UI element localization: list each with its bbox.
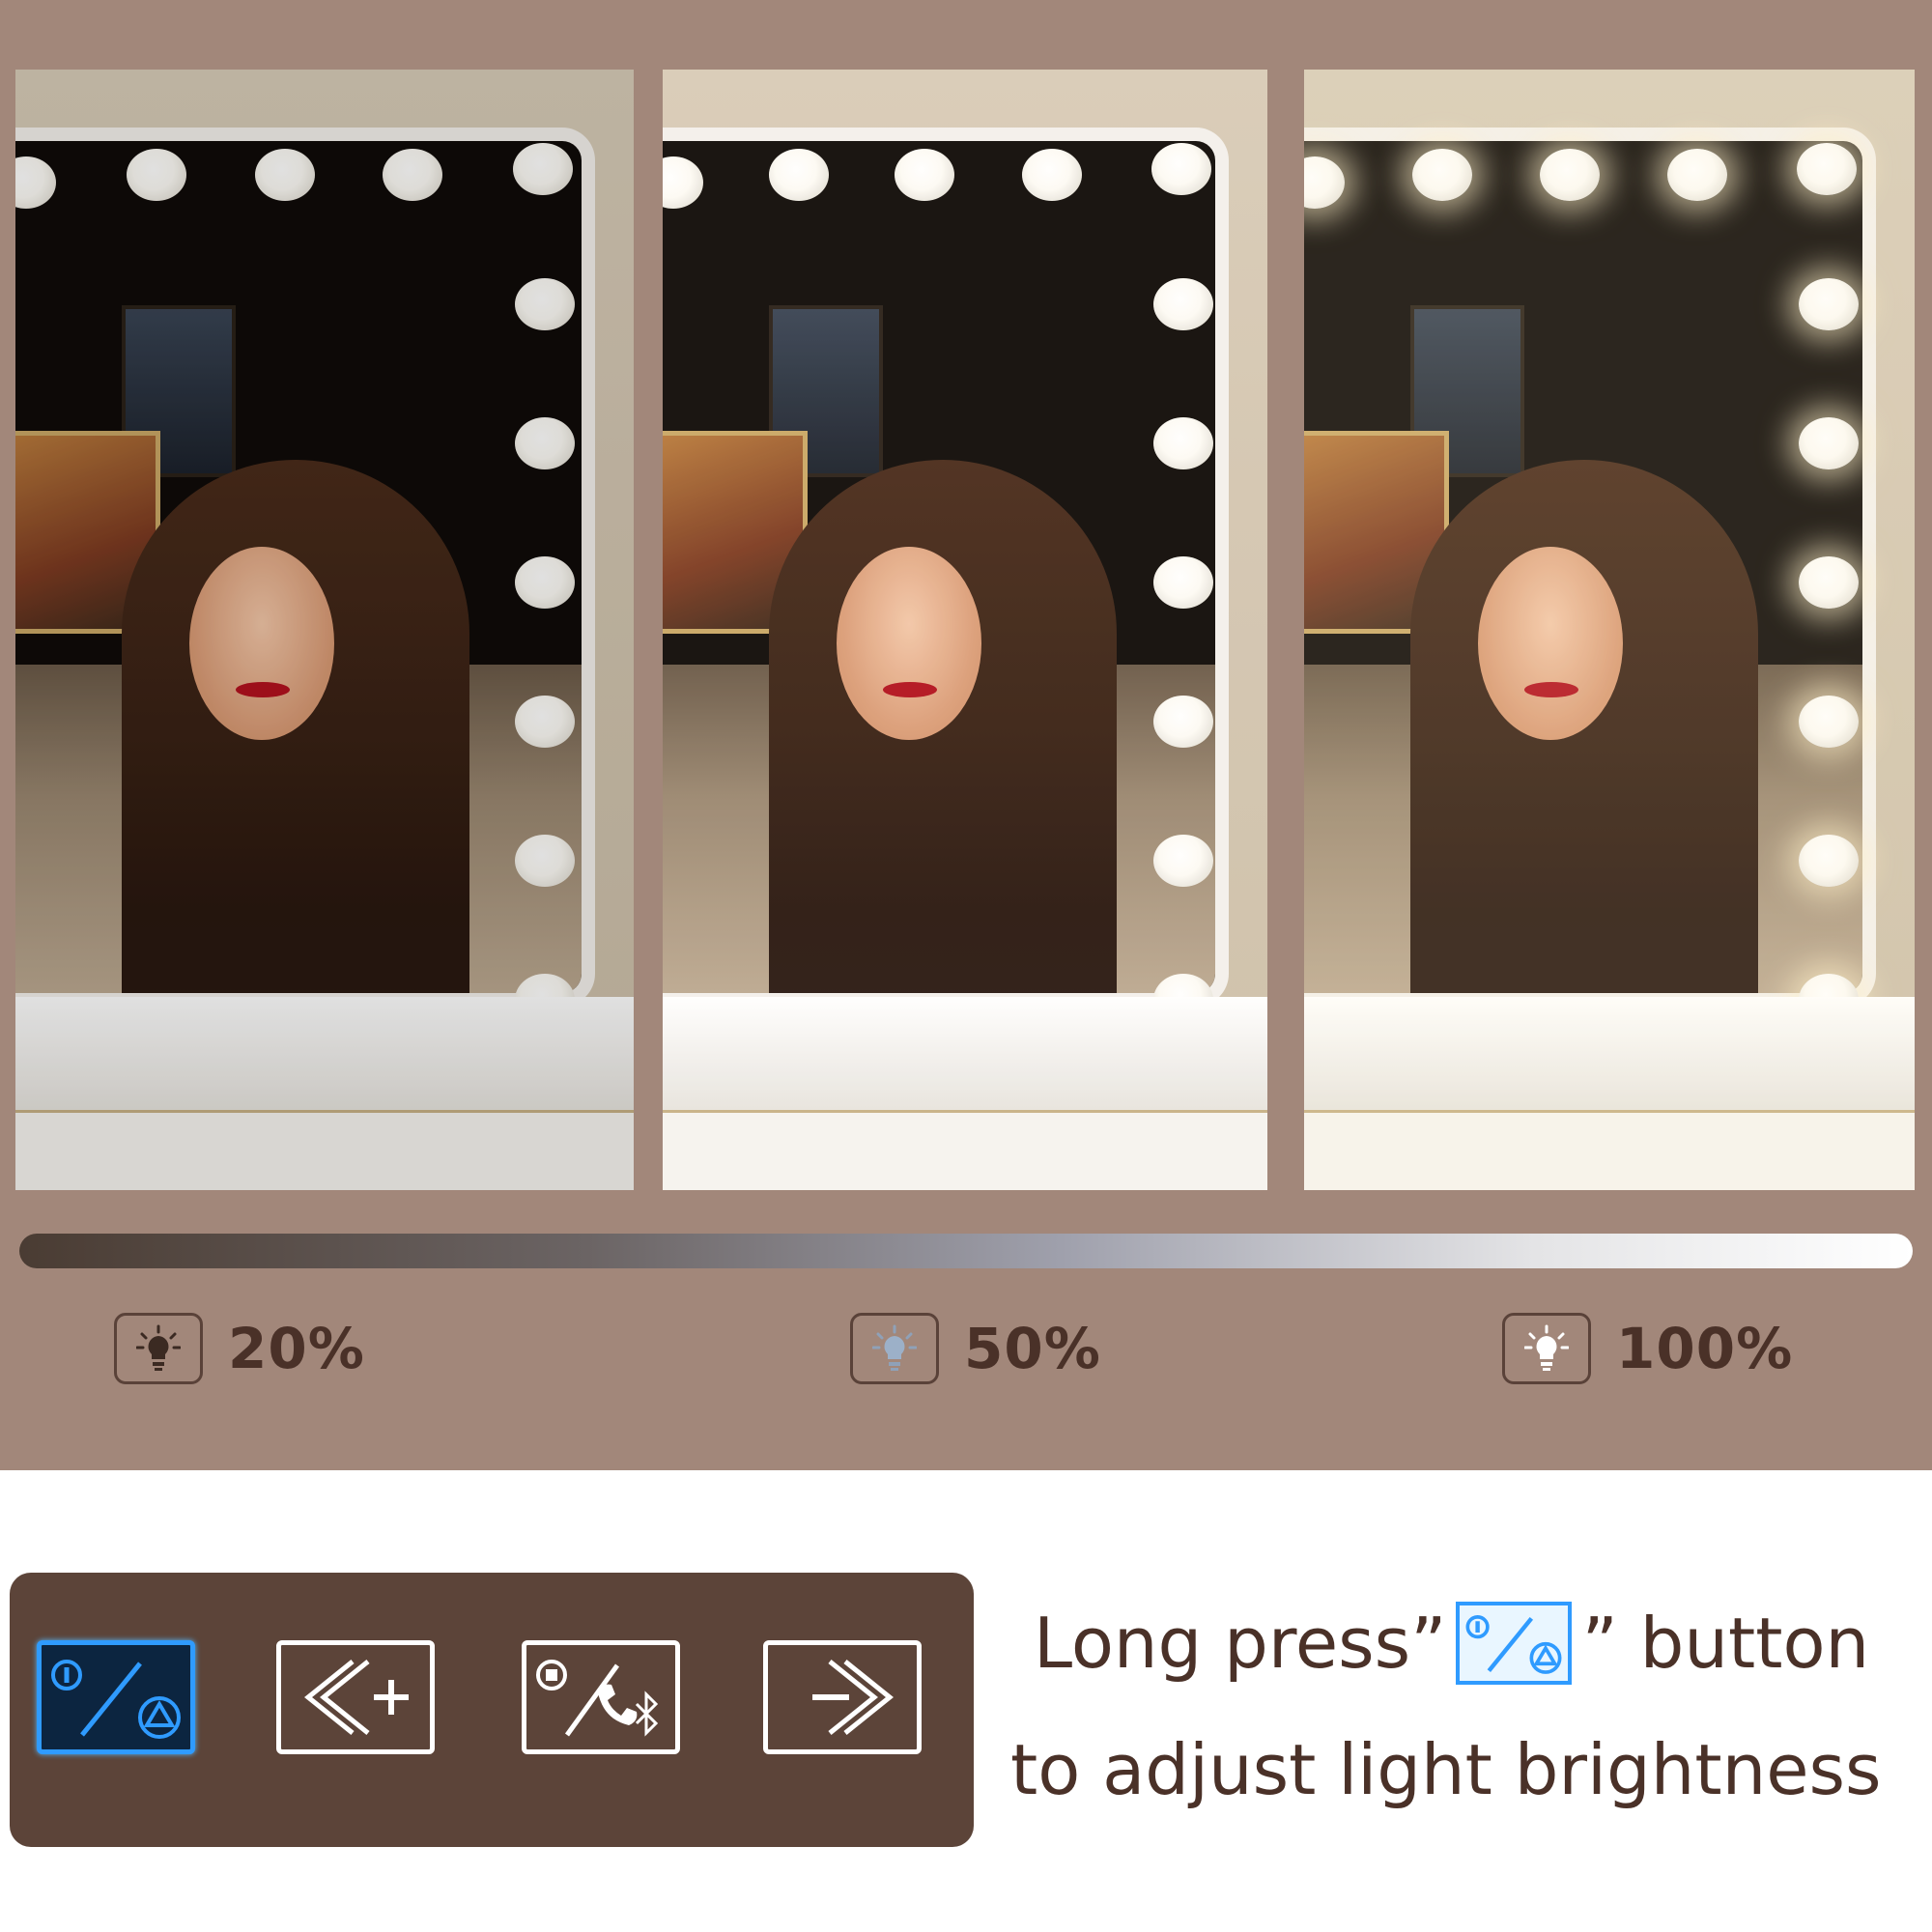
next-button[interactable] xyxy=(763,1640,922,1754)
bulb xyxy=(769,149,829,201)
bulb xyxy=(1799,835,1859,887)
bulb xyxy=(1022,149,1082,201)
woman-face xyxy=(1478,547,1623,740)
instruction-text: Long press” ” button to adjust light bri… xyxy=(1005,1584,1922,1835)
instruction-prefix: Long press” xyxy=(1034,1603,1447,1684)
mirror-photo-100 xyxy=(1304,70,1915,1190)
bulb xyxy=(1799,696,1859,748)
bulb xyxy=(1797,143,1857,195)
bulb xyxy=(515,556,575,609)
mirror-photo-50 xyxy=(663,70,1267,1190)
vanity-top xyxy=(663,997,1267,1113)
vanity-top xyxy=(1304,997,1915,1113)
bulb xyxy=(895,149,954,201)
bulb xyxy=(1153,696,1213,748)
mirror-frame xyxy=(1304,128,1876,1007)
bulb xyxy=(1412,149,1472,201)
play-call-bluetooth-button[interactable] xyxy=(522,1640,680,1754)
bulb xyxy=(1799,278,1859,330)
bulb xyxy=(515,417,575,469)
power-brightness-icon xyxy=(51,1660,181,1739)
bulb xyxy=(1799,556,1859,609)
bulb xyxy=(1153,835,1213,887)
vanity-drawers xyxy=(663,1110,1267,1190)
brightness-gradient-bar xyxy=(19,1234,1913,1268)
brightness-level-20: 20% xyxy=(114,1310,365,1387)
touch-control-panel xyxy=(10,1573,974,1847)
lightbulb-bright-icon xyxy=(1502,1313,1591,1384)
brightness-label: 100% xyxy=(1616,1316,1794,1381)
brightness-level-100: 100% xyxy=(1502,1310,1793,1387)
bulb xyxy=(515,835,575,887)
bulb xyxy=(1667,149,1727,201)
bulb xyxy=(513,143,573,195)
forward-icon xyxy=(812,1660,894,1735)
bulb xyxy=(1799,417,1859,469)
woman-hair xyxy=(1410,460,1758,993)
woman-hair xyxy=(769,460,1117,993)
vanity-top xyxy=(15,997,634,1113)
power-brightness-button[interactable] xyxy=(37,1640,195,1754)
back-plus-icon xyxy=(304,1660,409,1735)
instruction-line-1: Long press” ” button xyxy=(1034,1602,1869,1685)
instruction-line-2: to adjust light brightness xyxy=(1010,1729,1882,1810)
bulb xyxy=(383,149,442,201)
brightness-showcase: 20% 50% 100% xyxy=(0,0,1932,1470)
bulb xyxy=(127,149,186,201)
instruction-suffix: ” button xyxy=(1581,1603,1870,1684)
vanity-drawers xyxy=(1304,1110,1915,1190)
woman-face xyxy=(837,547,981,740)
bulb xyxy=(1540,149,1600,201)
woman-lips xyxy=(883,682,937,697)
lightbulb-dim-icon xyxy=(114,1313,203,1384)
woman-lips xyxy=(1524,682,1578,697)
woman-face xyxy=(189,547,334,740)
previous-plus-button[interactable] xyxy=(276,1640,435,1754)
woman-lips xyxy=(236,682,290,697)
play-call-bluetooth-icon xyxy=(536,1660,659,1737)
lightbulb-medium-icon xyxy=(850,1313,939,1384)
brightness-label: 50% xyxy=(964,1316,1101,1381)
bulb xyxy=(515,696,575,748)
bulb xyxy=(515,278,575,330)
woman-hair xyxy=(122,460,469,993)
bulb xyxy=(1153,417,1213,469)
mirror-frame xyxy=(663,128,1229,1007)
vanity-drawers xyxy=(15,1110,634,1190)
bulb xyxy=(255,149,315,201)
power-brightness-icon xyxy=(1456,1602,1573,1685)
brightness-label: 20% xyxy=(228,1316,365,1381)
bulb xyxy=(1153,278,1213,330)
brightness-level-50: 50% xyxy=(850,1310,1101,1387)
mirror-photo-20 xyxy=(15,70,634,1190)
bulb xyxy=(1153,556,1213,609)
mirror-frame xyxy=(15,128,595,1007)
bulb xyxy=(1151,143,1211,195)
